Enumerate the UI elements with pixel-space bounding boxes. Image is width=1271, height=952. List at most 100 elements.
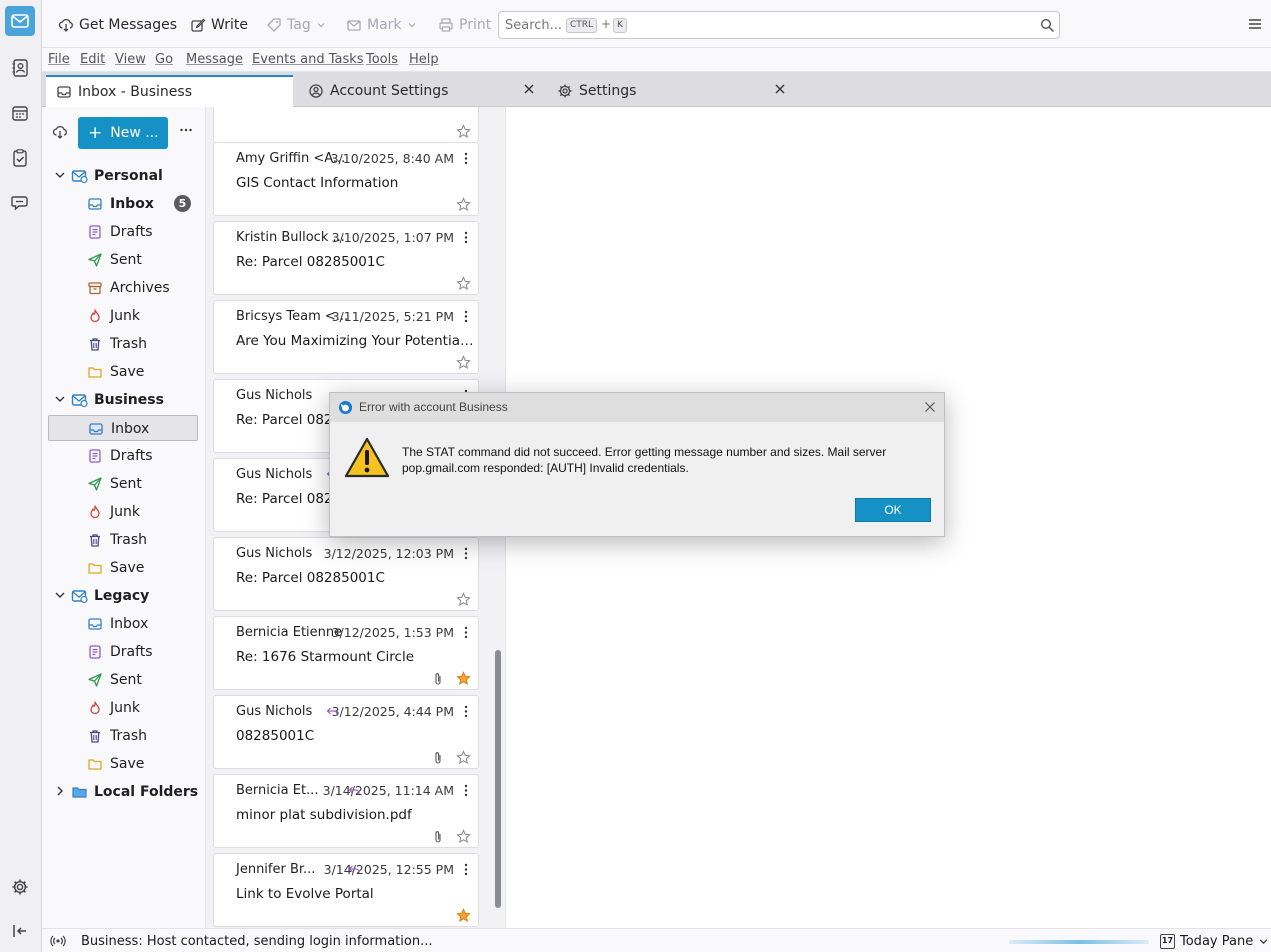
account-local-folders[interactable]: Local Folders (48, 779, 198, 805)
folder-legacy-junk[interactable]: Junk (48, 695, 198, 721)
today-pane-label: Today Pane (1180, 933, 1254, 949)
folder-personal-save[interactable]: Save (48, 359, 198, 385)
more-vertical-icon[interactable] (464, 705, 468, 722)
message-card[interactable]: Jennifer Br... 3/14/2025, 12:55 PM Link to… (213, 853, 479, 927)
collapse-spaces-button[interactable] (5, 916, 35, 946)
star-icon[interactable] (456, 908, 471, 927)
more-vertical-icon[interactable] (464, 863, 468, 880)
chevron-down-icon[interactable] (54, 393, 66, 409)
menu-message[interactable]: Message (186, 52, 243, 67)
menu-help[interactable]: Help (409, 52, 439, 67)
address-book-space-button[interactable] (5, 53, 35, 83)
close-icon[interactable] (523, 83, 535, 95)
more-vertical-icon[interactable] (464, 784, 468, 801)
account-personal[interactable]: Personal (48, 163, 198, 189)
new-message-button[interactable]: + New ... (78, 117, 168, 149)
message-card[interactable]: Bricsys Team <... 3/11/2025, 5:21 PM Are Y… (213, 300, 479, 374)
star-icon[interactable] (456, 355, 471, 374)
star-icon[interactable] (456, 124, 471, 139)
get-messages-button[interactable]: Get Messages (58, 14, 177, 36)
folder-business-drafts[interactable]: Drafts (48, 443, 198, 469)
mark-button[interactable]: Mark (346, 14, 417, 36)
folder-personal-inbox[interactable]: Inbox 5 (48, 191, 198, 217)
menu-file[interactable]: File (48, 52, 70, 67)
more-horizontal-icon (180, 128, 192, 132)
tag-button[interactable]: Tag (266, 14, 326, 36)
tab-settings[interactable]: Settings (547, 75, 787, 107)
chevron-down-icon[interactable] (54, 169, 66, 185)
more-vertical-icon[interactable] (464, 231, 468, 248)
menu-view[interactable]: View (115, 52, 146, 67)
folder-personal-sent[interactable]: Sent (48, 247, 198, 273)
message-list-scroll-thumb[interactable] (495, 650, 501, 908)
write-button[interactable]: Write (190, 14, 248, 36)
close-icon[interactable] (774, 83, 786, 95)
online-status-icon[interactable] (50, 934, 66, 948)
star-icon[interactable] (456, 829, 471, 848)
folder-personal-junk[interactable]: Junk (48, 303, 198, 329)
today-pane-button[interactable]: 17 Today Pane (1160, 932, 1269, 950)
star-icon[interactable] (456, 276, 471, 295)
more-vertical-icon[interactable] (464, 310, 468, 327)
search-box[interactable]: CTRL + K (498, 11, 1060, 39)
get-messages-mini-button[interactable] (52, 124, 68, 144)
tab-account-settings[interactable]: Account Settings (298, 75, 540, 107)
message-card[interactable]: Gus Nichols 3/12/2025, 12:03 PM Re: Parcel… (213, 537, 479, 611)
star-icon[interactable] (456, 592, 471, 611)
message-card[interactable]: Gus Nichols 3/12/2025, 4:44 PM 08285001C (213, 695, 479, 769)
message-sender: Jennifer Br... (236, 862, 316, 877)
message-card[interactable]: Kristin Bullock ... 3/10/2025, 1:07 PM Re:… (213, 221, 479, 295)
print-button[interactable]: Print (438, 14, 491, 36)
tasks-space-button[interactable] (5, 143, 35, 173)
settings-space-button[interactable] (5, 872, 35, 902)
chat-space-button[interactable] (5, 188, 35, 218)
folder-legacy-save[interactable]: Save (48, 751, 198, 777)
folder-legacy-sent[interactable]: Sent (48, 667, 198, 693)
mail-space-button[interactable] (5, 6, 35, 36)
app-menu-button[interactable] (1247, 16, 1263, 36)
star-icon[interactable] (456, 671, 471, 690)
message-date: 3/12/2025, 12:03 PM (323, 546, 454, 561)
account-legacy[interactable]: Legacy (48, 583, 198, 609)
menu-tools[interactable]: Tools (366, 52, 398, 67)
menu-edit[interactable]: Edit (80, 52, 105, 67)
search-icon[interactable] (1040, 18, 1055, 33)
message-card[interactable]: Bernicia Et... 3/14/2025, 11:14 AM minor p… (213, 774, 479, 848)
close-icon[interactable] (924, 401, 936, 413)
mark-label: Mark (367, 17, 402, 33)
folder-business-trash[interactable]: Trash (48, 527, 198, 553)
message-sender: Amy Griffin <A... (236, 151, 346, 166)
calendar-space-button[interactable] (5, 98, 35, 128)
star-icon[interactable] (456, 750, 471, 769)
more-vertical-icon[interactable] (464, 152, 468, 169)
folder-business-inbox[interactable]: Inbox (48, 415, 198, 441)
folder-legacy-inbox[interactable]: Inbox (48, 611, 198, 637)
folder-personal-trash[interactable]: Trash (48, 331, 198, 357)
chevron-down-icon[interactable] (54, 589, 66, 605)
folder-personal-archives[interactable]: Archives (48, 275, 198, 301)
tasks-icon (13, 149, 27, 167)
menu-go[interactable]: Go (155, 52, 173, 67)
folder-business-save[interactable]: Save (48, 555, 198, 581)
message-card[interactable]: Amy Griffin <A... 3/10/2025, 8:40 AM GIS C… (213, 142, 479, 216)
folder-personal-drafts[interactable]: Drafts (48, 219, 198, 245)
menu-events-and-tasks[interactable]: Events and Tasks (252, 52, 364, 67)
ok-button[interactable]: OK (855, 498, 931, 522)
tab-inbox-business[interactable]: Inbox - Business (46, 75, 293, 107)
account-business[interactable]: Business (48, 387, 198, 413)
replied-icon (326, 706, 338, 721)
message-card[interactable]: Bernicia Etienne 3/12/2025, 1:53 PM Re: 16… (213, 616, 479, 690)
search-input[interactable] (505, 16, 561, 34)
folder-legacy-trash[interactable]: Trash (48, 723, 198, 749)
message-card-partial[interactable] (213, 107, 479, 143)
address-book-icon (12, 59, 28, 77)
dialog-title: Error with account Business (359, 400, 508, 414)
folder-pane-options-button[interactable] (179, 123, 193, 141)
folder-business-sent[interactable]: Sent (48, 471, 198, 497)
folder-legacy-drafts[interactable]: Drafts (48, 639, 198, 665)
more-vertical-icon[interactable] (464, 626, 468, 643)
more-vertical-icon[interactable] (464, 547, 468, 564)
star-icon[interactable] (456, 197, 471, 216)
folder-business-junk[interactable]: Junk (48, 499, 198, 525)
chevron-right-icon[interactable] (54, 785, 66, 801)
